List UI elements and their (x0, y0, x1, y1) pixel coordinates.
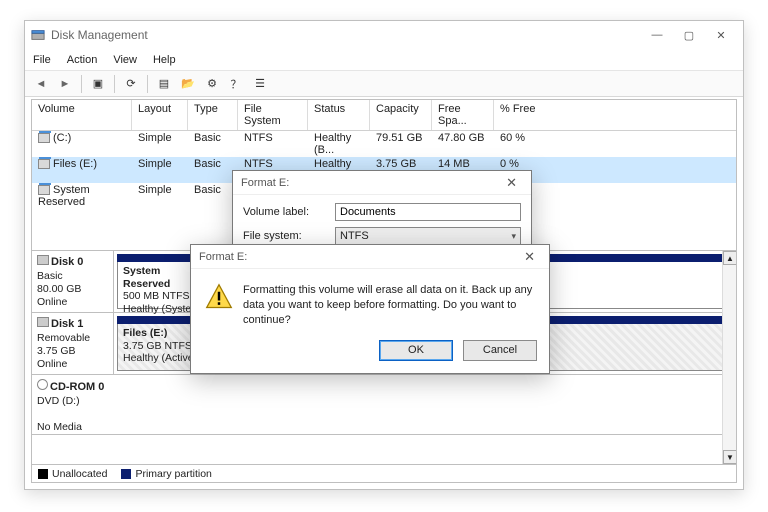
ok-button[interactable]: OK (379, 340, 453, 361)
dialog-title: Format E: (241, 177, 289, 189)
minimize-button[interactable]: — (641, 24, 673, 46)
menubar: File Action View Help (25, 49, 743, 71)
scroll-down-icon[interactable]: ▼ (723, 450, 736, 464)
menu-file[interactable]: File (33, 54, 51, 66)
drive-icon (38, 185, 50, 195)
close-icon[interactable]: ✕ (500, 175, 523, 191)
col-layout[interactable]: Layout (132, 100, 188, 130)
chevron-down-icon: ▾ (511, 231, 516, 242)
maximize-button[interactable]: ▢ (673, 24, 705, 46)
disk-icon (37, 317, 49, 327)
help-icon[interactable]: ？ (226, 74, 246, 94)
file-system-select[interactable]: NTFS ▾ (335, 227, 521, 245)
settings-icon[interactable]: ⚙ (202, 74, 222, 94)
scroll-up-icon[interactable]: ▲ (723, 251, 736, 265)
col-type[interactable]: Type (188, 100, 238, 130)
dialog-title: Format E: (199, 251, 247, 263)
toolbar: ◄ ► ▣ ⟳ ▤ 📂 ⚙ ？ ☰ (25, 71, 743, 97)
menu-action[interactable]: Action (67, 54, 98, 66)
disk-label: Disk 0 Basic 80.00 GB Online (32, 251, 114, 312)
col-status[interactable]: Status (308, 100, 370, 130)
open-icon[interactable]: 📂 (178, 74, 198, 94)
confirm-dialog[interactable]: Format E: ✕ Formatting this volume will … (190, 244, 550, 374)
refresh-icon[interactable]: ⟳ (121, 74, 141, 94)
app-icon (31, 28, 45, 42)
primary-swatch (121, 469, 131, 479)
close-button[interactable]: ✕ (705, 24, 737, 46)
properties-icon[interactable]: ▤ (154, 74, 174, 94)
up-icon[interactable]: ▣ (88, 74, 108, 94)
titlebar[interactable]: Disk Management — ▢ ✕ (25, 21, 743, 49)
forward-button[interactable]: ► (55, 74, 75, 94)
cancel-button[interactable]: Cancel (463, 340, 537, 361)
col-volume[interactable]: Volume (32, 100, 132, 130)
drive-icon (38, 159, 50, 169)
dialog-titlebar[interactable]: Format E: ✕ (191, 245, 549, 269)
back-button[interactable]: ◄ (31, 74, 51, 94)
toolbar-separator (81, 75, 82, 93)
col-capacity[interactable]: Capacity (370, 100, 432, 130)
cd-icon (37, 379, 48, 390)
window-title: Disk Management (51, 28, 641, 42)
table-row[interactable]: (C:) Simple Basic NTFS Healthy (B... 79.… (32, 131, 736, 157)
toolbar-separator (114, 75, 115, 93)
volume-label-input[interactable] (335, 203, 521, 221)
unallocated-swatch (38, 469, 48, 479)
disk-label: CD-ROM 0 DVD (D:) No Media (32, 375, 736, 434)
vertical-scrollbar[interactable]: ▲ ▼ (722, 251, 736, 464)
dialog-titlebar[interactable]: Format E: ✕ (233, 171, 531, 195)
drive-icon (38, 133, 50, 143)
disk-icon (37, 255, 49, 265)
legend: Unallocated Primary partition (32, 464, 736, 482)
col-free[interactable]: Free Spa... (432, 100, 494, 130)
list-icon[interactable]: ☰ (250, 74, 270, 94)
col-pct[interactable]: % Free (494, 100, 736, 130)
toolbar-separator (147, 75, 148, 93)
volume-label-label: Volume label: (243, 206, 335, 218)
menu-view[interactable]: View (113, 54, 137, 66)
close-icon[interactable]: ✕ (518, 249, 541, 265)
menu-help[interactable]: Help (153, 54, 176, 66)
col-fs[interactable]: File System (238, 100, 308, 130)
file-system-label: File system: (243, 230, 335, 242)
volume-table-header: Volume Layout Type File System Status Ca… (32, 100, 736, 131)
disk-label: Disk 1 Removable 3.75 GB Online (32, 313, 114, 374)
warning-icon (205, 283, 233, 311)
confirm-message: Formatting this volume will erase all da… (243, 283, 535, 328)
disk-row[interactable]: CD-ROM 0 DVD (D:) No Media (32, 375, 736, 435)
